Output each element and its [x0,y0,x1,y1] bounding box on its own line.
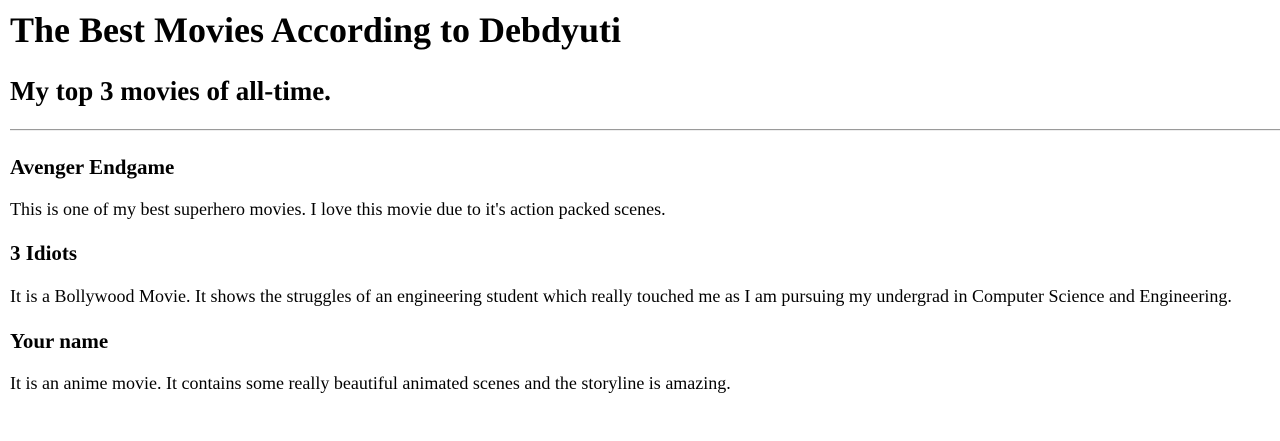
movie-description: It is an anime movie. It contains some r… [10,373,731,393]
movie-title: Avenger Endgame [10,155,175,179]
movie-title: 3 Idiots [10,241,78,265]
movie-list: Avenger Endgame This is one of my best s… [10,131,1270,393]
page-title: The Best Movies According to Debdyuti [10,10,621,50]
movie-title: Your name [10,329,109,353]
movie-description: It is a Bollywood Movie. It shows the st… [10,286,1232,306]
page-content: The Best Movies According to Debdyuti My… [0,0,1280,393]
page-subtitle: My top 3 movies of all-time. [10,76,331,106]
movie-description: This is one of my best superhero movies.… [10,199,666,219]
